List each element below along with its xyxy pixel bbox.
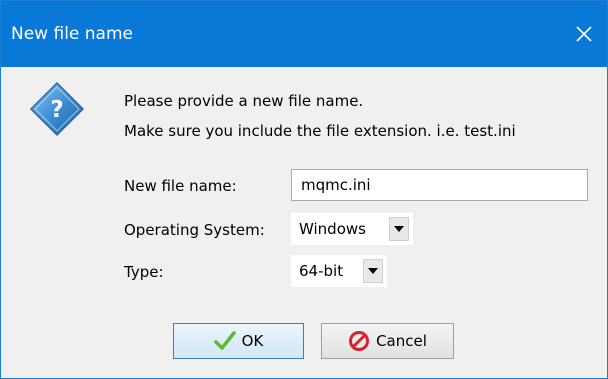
window-title: New file name [11,24,133,44]
os-dropdown-arrow[interactable] [389,217,409,241]
os-selected-value: Windows [299,220,366,238]
close-icon [576,26,592,42]
title-bar[interactable]: New file name [1,1,607,67]
prohibit-icon [348,330,370,352]
type-selected-value: 64-bit [299,262,344,280]
message-line-2: Make sure you include the file extension… [124,122,516,140]
cancel-button[interactable]: Cancel [321,323,454,359]
file-name-input[interactable] [291,169,588,201]
type-label: Type: [124,263,164,281]
close-button[interactable] [561,1,607,67]
file-name-label: New file name: [124,177,237,195]
message-line-1: Please provide a new file name. [124,92,364,110]
checkmark-icon [213,331,236,351]
os-dropdown[interactable]: Windows [291,213,413,245]
triangle-down-icon [368,268,378,274]
ok-button[interactable]: OK [173,323,304,359]
ok-button-label: OK [241,332,264,350]
dialog-window: New file name ? Please provide a new fil… [0,0,608,379]
os-label: Operating System: [124,221,265,239]
dialog-body: ? Please provide a new file name. Make s… [1,67,607,378]
svg-text:?: ? [50,97,63,123]
triangle-down-icon [394,226,404,232]
type-dropdown[interactable]: 64-bit [291,255,387,287]
question-icon: ? [29,81,85,137]
type-dropdown-arrow[interactable] [363,259,383,283]
cancel-button-label: Cancel [376,332,427,350]
